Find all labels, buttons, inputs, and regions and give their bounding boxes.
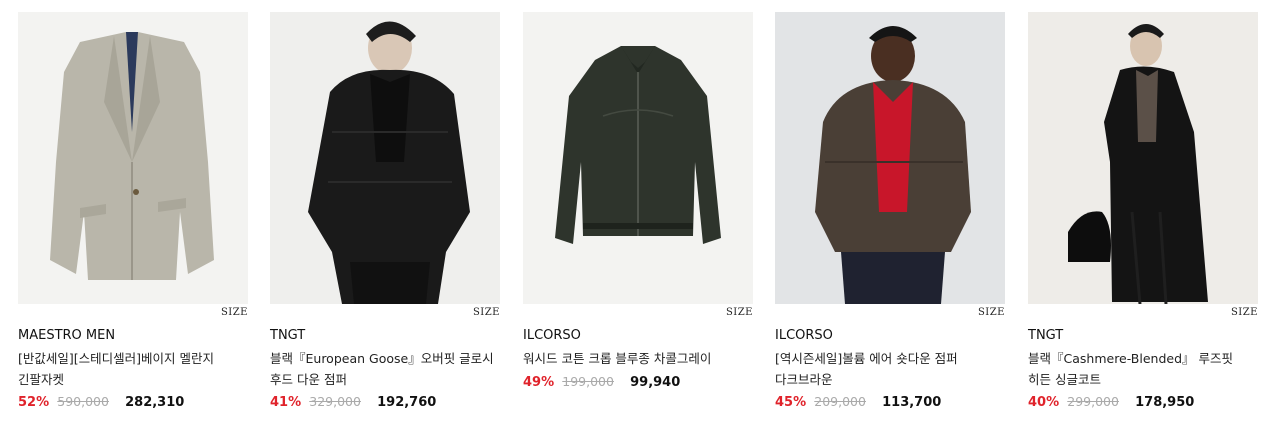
product-name[interactable]: [반값세일][스테디셀러]베이지 멜란지 긴팔자켓 xyxy=(18,348,248,390)
sale-price: 178,950 xyxy=(1135,395,1195,410)
sale-price: 99,940 xyxy=(630,375,681,390)
size-label[interactable]: SIZE xyxy=(473,307,500,318)
price-row: 45% 209,000 113,700 xyxy=(775,394,941,410)
beige-blazer-image xyxy=(18,12,248,304)
original-price: 329,000 xyxy=(309,394,361,409)
size-label[interactable]: SIZE xyxy=(1231,307,1258,318)
discount-rate: 52% xyxy=(18,395,50,410)
product-grid: SIZE MAESTRO MEN [반값세일][스테디셀러]베이지 멜란지 긴팔… xyxy=(0,0,1275,436)
size-label[interactable]: SIZE xyxy=(978,307,1005,318)
product-card[interactable]: SIZE MAESTRO MEN [반값세일][스테디셀러]베이지 멜란지 긴팔… xyxy=(18,12,248,410)
product-brand[interactable]: ILCORSO xyxy=(523,328,581,343)
product-image[interactable] xyxy=(18,12,248,304)
discount-rate: 40% xyxy=(1028,395,1060,410)
charcoal-blouson-image xyxy=(523,12,753,304)
discount-rate: 41% xyxy=(270,395,302,410)
price-row: 52% 590,000 282,310 xyxy=(18,394,184,410)
black-coat-model-image xyxy=(1028,12,1258,304)
sale-price: 113,700 xyxy=(882,395,942,410)
product-brand[interactable]: TNGT xyxy=(270,328,305,343)
price-row: 40% 299,000 178,950 xyxy=(1028,394,1194,410)
price-row: 49% 199,000 99,940 xyxy=(523,374,680,390)
product-card[interactable]: SIZE ILCORSO [역시즌세일]볼륨 에어 숏다운 점퍼 다크브라운 4… xyxy=(775,12,1005,410)
product-brand[interactable]: TNGT xyxy=(1028,328,1063,343)
product-brand[interactable]: MAESTRO MEN xyxy=(18,328,115,343)
product-card[interactable]: SIZE TNGT 블랙『European Goose』오버핏 글로시 후드 다… xyxy=(270,12,500,410)
product-name[interactable]: 워시드 코튼 크롭 블루종 차콜그레이 xyxy=(523,348,753,369)
price-row: 41% 329,000 192,760 xyxy=(270,394,436,410)
product-name[interactable]: 블랙『European Goose』오버핏 글로시 후드 다운 점퍼 xyxy=(270,348,500,390)
product-name[interactable]: [역시즌세일]볼륨 에어 숏다운 점퍼 다크브라운 xyxy=(775,348,1005,390)
sale-price: 282,310 xyxy=(125,395,185,410)
product-card[interactable]: SIZE ILCORSO 워시드 코튼 크롭 블루종 차콜그레이 49% 199… xyxy=(523,12,753,390)
discount-rate: 49% xyxy=(523,375,555,390)
product-card[interactable]: SIZE TNGT 블랙『Cashmere-Blended』 루즈핏 히든 싱글… xyxy=(1028,12,1258,410)
size-label[interactable]: SIZE xyxy=(726,307,753,318)
black-down-jacket-model-image xyxy=(270,12,500,304)
original-price: 590,000 xyxy=(57,394,109,409)
discount-rate: 45% xyxy=(775,395,807,410)
brown-puffer-model-image xyxy=(775,12,1005,304)
original-price: 299,000 xyxy=(1067,394,1119,409)
sale-price: 192,760 xyxy=(377,395,437,410)
product-name[interactable]: 블랙『Cashmere-Blended』 루즈핏 히든 싱글코트 xyxy=(1028,348,1258,390)
product-image[interactable] xyxy=(523,12,753,304)
size-label[interactable]: SIZE xyxy=(221,307,248,318)
product-image[interactable] xyxy=(1028,12,1258,304)
product-brand[interactable]: ILCORSO xyxy=(775,328,833,343)
product-image[interactable] xyxy=(775,12,1005,304)
original-price: 209,000 xyxy=(814,394,866,409)
product-image[interactable] xyxy=(270,12,500,304)
original-price: 199,000 xyxy=(562,374,614,389)
